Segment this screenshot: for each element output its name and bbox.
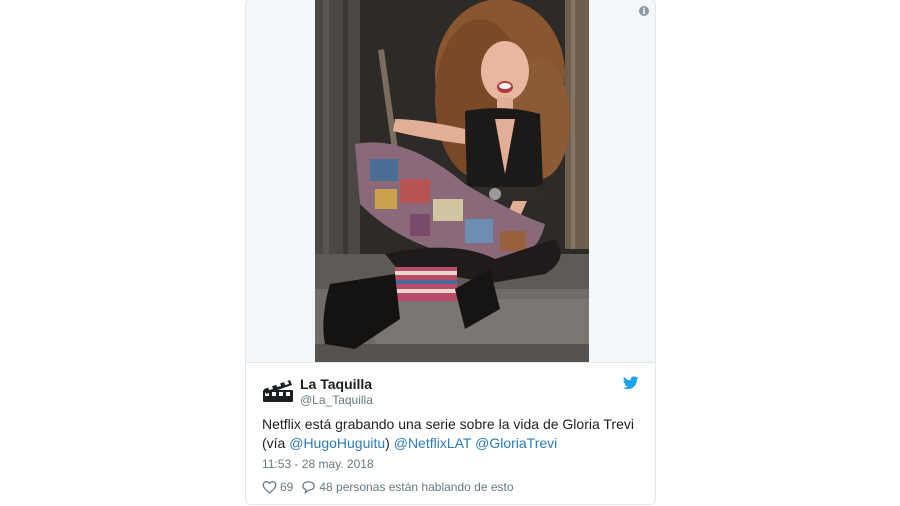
author-display-name[interactable]: La Taquilla xyxy=(300,376,373,392)
mention-netflixlat[interactable]: @NetflixLAT xyxy=(394,435,472,451)
heart-icon[interactable] xyxy=(262,480,277,494)
twitter-bird-icon[interactable] xyxy=(623,376,639,390)
author-screen-name[interactable]: @La_Taquilla xyxy=(300,392,373,408)
conversation-link[interactable]: 48 personas están hablando de esto xyxy=(301,480,514,494)
tweet-media[interactable]: i xyxy=(246,0,655,362)
tweet-actions: 69 48 personas están hablando de esto xyxy=(262,480,522,494)
tweet-photo[interactable] xyxy=(315,0,589,362)
speech-bubble-icon[interactable] xyxy=(301,480,316,494)
like-count: 69 xyxy=(280,480,294,494)
tweet-text-mid: ) xyxy=(385,435,394,451)
tweet-timestamp[interactable]: 11:53 - 28 may. 2018 xyxy=(262,457,374,471)
tweet-author[interactable]: La Taquilla @La_Taquilla xyxy=(262,375,373,409)
embedded-tweet: i La Taquilla @La_Taquilla Netflix está … xyxy=(245,0,656,505)
tweet-text: Netflix está grabando una serie sobre la… xyxy=(262,415,647,453)
conversation-text[interactable]: 48 personas están hablando de esto xyxy=(319,480,513,494)
like-button[interactable]: 69 xyxy=(262,480,293,494)
mention-gloriatrevi[interactable]: @GloriaTrevi xyxy=(475,435,557,451)
tweet-body: La Taquilla @La_Taquilla Netflix está gr… xyxy=(246,362,655,504)
avatar[interactable] xyxy=(262,376,294,408)
mention-hugohuguitu[interactable]: @HugoHuguitu xyxy=(289,435,385,451)
photo-illustration xyxy=(315,0,589,362)
info-icon[interactable]: i xyxy=(639,6,649,16)
